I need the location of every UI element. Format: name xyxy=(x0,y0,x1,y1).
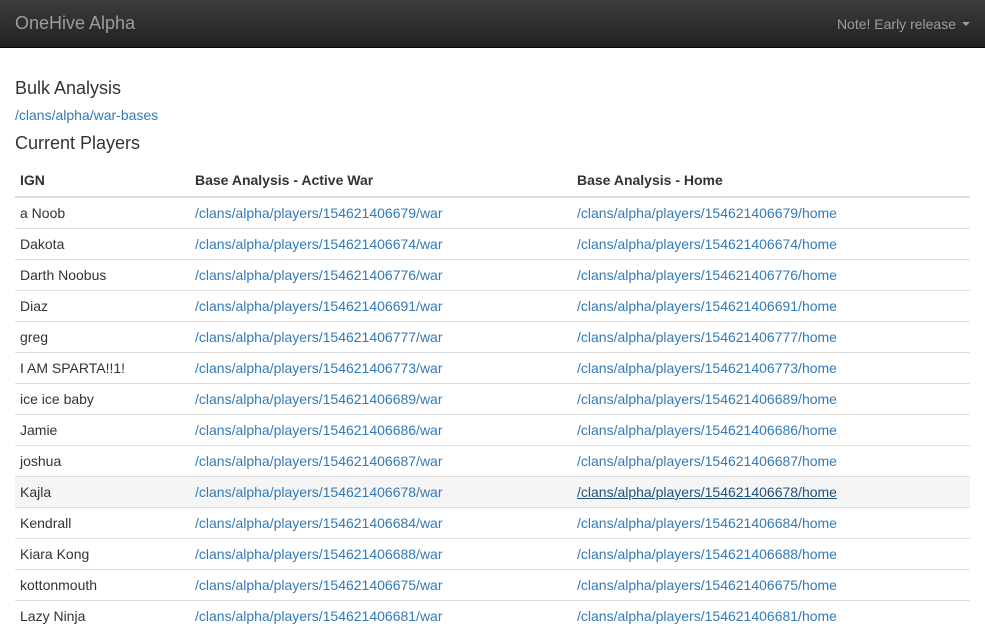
table-row: ice ice baby/clans/alpha/players/1546214… xyxy=(15,383,970,415)
table-row: kottonmouth/clans/alpha/players/15462140… xyxy=(15,569,970,601)
table-row: a Noob/clans/alpha/players/154621406679/… xyxy=(15,196,970,229)
home-link[interactable]: /clans/alpha/players/154621406776/home xyxy=(577,267,837,283)
bulk-analysis-heading: Bulk Analysis xyxy=(15,78,122,98)
home-link[interactable]: /clans/alpha/players/154621406687/home xyxy=(577,453,837,469)
column-header-home: Base Analysis - Home xyxy=(572,164,970,198)
current-players-heading: Current Players xyxy=(15,133,141,153)
active-war-link[interactable]: /clans/alpha/players/154621406777/war xyxy=(195,329,443,345)
player-ign: Darth Noobus xyxy=(15,259,190,291)
table-header-row: IGN Base Analysis - Active War Base Anal… xyxy=(15,164,970,198)
navbar: OneHive Alpha Note! Early release xyxy=(0,0,985,48)
active-war-link[interactable]: /clans/alpha/players/154621406686/war xyxy=(195,422,443,438)
table-row: Jamie/clans/alpha/players/154621406686/w… xyxy=(15,414,970,446)
player-ign: greg xyxy=(15,321,190,353)
player-ign: Diaz xyxy=(15,290,190,322)
home-link[interactable]: /clans/alpha/players/154621406674/home xyxy=(577,236,837,252)
home-link[interactable]: /clans/alpha/players/154621406689/home xyxy=(577,391,837,407)
table-row: Diaz/clans/alpha/players/154621406691/wa… xyxy=(15,290,970,322)
player-ign: Lazy Ninja xyxy=(15,600,190,631)
home-link[interactable]: /clans/alpha/players/154621406688/home xyxy=(577,546,837,562)
active-war-link[interactable]: /clans/alpha/players/154621406687/war xyxy=(195,453,443,469)
early-release-dropdown[interactable]: Note! Early release xyxy=(837,16,970,32)
table-row: Kajla/clans/alpha/players/154621406678/w… xyxy=(15,476,970,508)
player-ign: Dakota xyxy=(15,228,190,260)
dropdown-label: Note! Early release xyxy=(836,15,956,32)
active-war-link[interactable]: /clans/alpha/players/154621406773/war xyxy=(195,360,443,376)
player-ign: kottonmouth xyxy=(15,569,190,601)
active-war-link[interactable]: /clans/alpha/players/154621406688/war xyxy=(195,546,443,562)
column-header-ign: IGN xyxy=(15,164,190,198)
column-header-active-war: Base Analysis - Active War xyxy=(190,164,572,198)
home-link[interactable]: /clans/alpha/players/154621406777/home xyxy=(577,329,837,345)
player-ign: Kajla xyxy=(15,476,190,508)
player-ign: Jamie xyxy=(15,414,190,446)
home-link[interactable]: /clans/alpha/players/154621406678/home xyxy=(577,484,837,500)
main-content: Bulk Analysis /clans/alpha/war-bases Cur… xyxy=(0,78,985,631)
active-war-link[interactable]: /clans/alpha/players/154621406679/war xyxy=(195,205,443,221)
active-war-link[interactable]: /clans/alpha/players/154621406674/war xyxy=(195,236,443,252)
player-ign: Kiara Kong xyxy=(15,538,190,570)
player-ign: a Noob xyxy=(15,196,190,229)
table-row: Darth Noobus/clans/alpha/players/1546214… xyxy=(15,259,970,291)
active-war-link[interactable]: /clans/alpha/players/154621406681/war xyxy=(195,608,443,624)
home-link[interactable]: /clans/alpha/players/154621406684/home xyxy=(577,515,837,531)
home-link[interactable]: /clans/alpha/players/154621406691/home xyxy=(577,298,837,314)
war-bases-link[interactable]: /clans/alpha/war-bases xyxy=(15,107,158,123)
table-row: joshua/clans/alpha/players/154621406687/… xyxy=(15,445,970,477)
active-war-link[interactable]: /clans/alpha/players/154621406776/war xyxy=(195,267,443,283)
active-war-link[interactable]: /clans/alpha/players/154621406678/war xyxy=(195,484,443,500)
table-row: Lazy Ninja/clans/alpha/players/154621406… xyxy=(15,600,970,631)
brand-link[interactable]: OneHive Alpha xyxy=(15,13,135,34)
player-ign: Kendrall xyxy=(15,507,190,539)
player-ign: ice ice baby xyxy=(15,383,190,415)
home-link[interactable]: /clans/alpha/players/154621406773/home xyxy=(577,360,837,376)
home-link[interactable]: /clans/alpha/players/154621406675/home xyxy=(577,577,837,593)
active-war-link[interactable]: /clans/alpha/players/154621406675/war xyxy=(195,577,443,593)
table-row: Dakota/clans/alpha/players/154621406674/… xyxy=(15,228,970,260)
home-link[interactable]: /clans/alpha/players/154621406679/home xyxy=(577,205,837,221)
table-row: greg/clans/alpha/players/154621406777/wa… xyxy=(15,321,970,353)
home-link[interactable]: /clans/alpha/players/154621406681/home xyxy=(577,608,837,624)
home-link[interactable]: /clans/alpha/players/154621406686/home xyxy=(577,422,837,438)
players-table: IGN Base Analysis - Active War Base Anal… xyxy=(15,164,970,631)
active-war-link[interactable]: /clans/alpha/players/154621406689/war xyxy=(195,391,443,407)
active-war-link[interactable]: /clans/alpha/players/154621406691/war xyxy=(195,298,443,314)
table-row: Kendrall/clans/alpha/players/15462140668… xyxy=(15,507,970,539)
player-ign: I AM SPARTA!!1! xyxy=(15,352,190,384)
table-row: I AM SPARTA!!1! /clans/alpha/players/1546… xyxy=(15,352,970,384)
player-ign: joshua xyxy=(15,445,190,477)
table-row: Kiara Kong/clans/alpha/players/154621406… xyxy=(15,538,970,570)
active-war-link[interactable]: /clans/alpha/players/154621406684/war xyxy=(195,515,443,531)
caret-down-icon xyxy=(962,21,970,26)
